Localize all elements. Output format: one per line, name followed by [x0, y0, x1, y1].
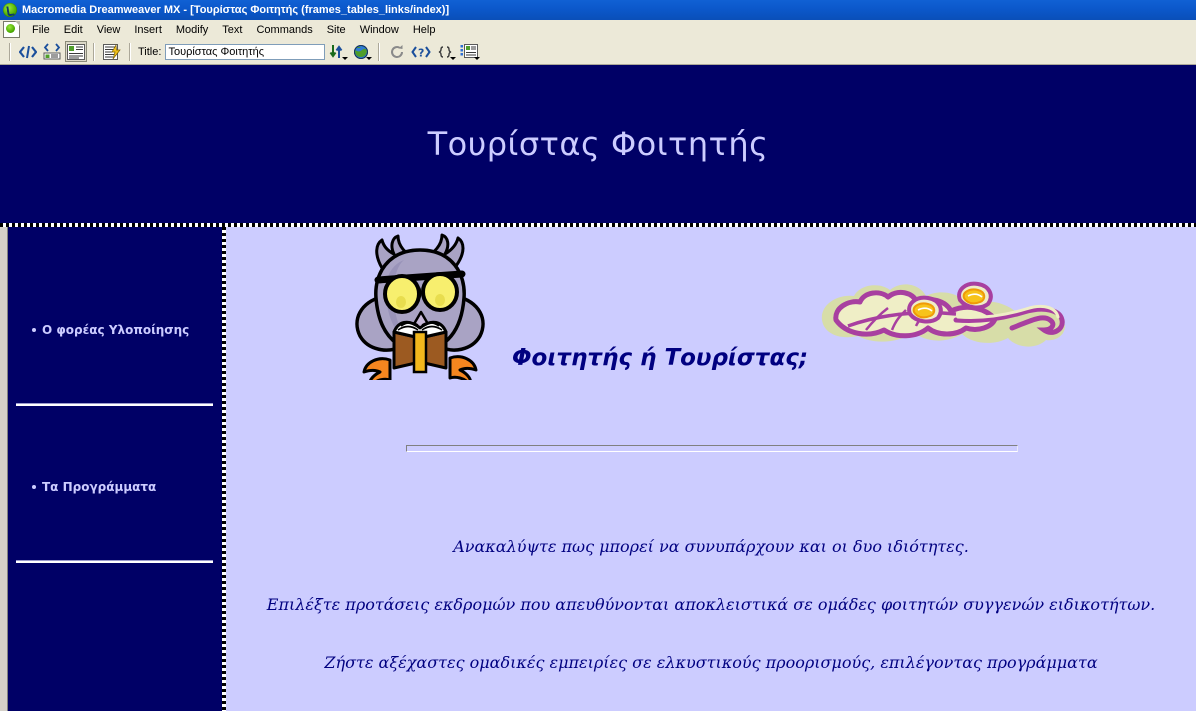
content-horizontal-rule: [406, 445, 1018, 452]
menu-item-site[interactable]: Site: [320, 22, 353, 38]
show-code-and-design-views-icon[interactable]: [41, 41, 63, 62]
menu-item-commands[interactable]: Commands: [249, 22, 319, 38]
chevron-down-icon[interactable]: [450, 57, 457, 60]
bullet-icon: [32, 328, 36, 332]
window-title-bar: Macromedia Dreamweaver MX - [Τουρίστας Φ…: [0, 0, 1196, 20]
document-canvas: Τουρίστας Φοιτητής Ο φορέας Υλοποίησης Τ…: [0, 65, 1196, 711]
sidebar-item-label: Ο φορέας Υλοποίησης: [42, 323, 190, 337]
page-title-input[interactable]: [165, 43, 326, 60]
page-title: Τουρίστας Φοιτητής: [427, 125, 769, 163]
sidebar-divider: [16, 560, 213, 563]
menu-item-modify[interactable]: Modify: [169, 22, 215, 38]
oak-leaf-with-acorns-image: [806, 270, 1072, 358]
sidebar-frame: Ο φορέας Υλοποίησης Τα Προγράμματα: [0, 227, 222, 711]
chevron-down-icon[interactable]: [366, 57, 373, 60]
document-icon[interactable]: [3, 21, 20, 38]
sidebar-content: Ο φορέας Υλοποίησης Τα Προγράμματα: [9, 227, 222, 711]
main-content-frame: Φοιτητής ή Τουρίστας; Ανακαλύψτε πως μπο…: [226, 227, 1196, 711]
sidebar-item-label: Τα Προγράμματα: [42, 480, 157, 494]
owl-reading-book-image: [344, 232, 496, 380]
file-transfer-icon[interactable]: [326, 41, 349, 62]
bullet-icon: [32, 485, 36, 489]
chevron-down-icon[interactable]: [474, 57, 481, 60]
menu-item-view[interactable]: View: [90, 22, 128, 38]
banner-frame: Τουρίστας Φοιτητής: [0, 65, 1196, 223]
show-design-view-icon[interactable]: [65, 41, 87, 62]
sidebar-divider: [16, 403, 213, 406]
menu-item-help[interactable]: Help: [406, 22, 443, 38]
window-title: Macromedia Dreamweaver MX - [Τουρίστας Φ…: [22, 4, 450, 16]
view-options-icon[interactable]: [458, 41, 481, 62]
refresh-design-view-icon[interactable]: [386, 41, 408, 62]
menu-item-text[interactable]: Text: [215, 22, 249, 38]
dreamweaver-icon: [3, 3, 17, 17]
content-paragraph-2: Επιλέξτε προτάσεις εκδρομών που απευθύνο…: [266, 595, 1156, 614]
svg-text:?: ?: [418, 46, 424, 59]
menu-item-window[interactable]: Window: [353, 22, 406, 38]
menu-item-edit[interactable]: Edit: [57, 22, 90, 38]
show-code-view-icon[interactable]: [17, 41, 39, 62]
preview-debug-in-browser-icon[interactable]: [350, 41, 373, 62]
sidebar-item-programmata[interactable]: Τα Προγράμματα: [32, 480, 156, 494]
toolbar-separator: [9, 42, 11, 61]
toolbar-separator: [129, 42, 131, 61]
content-subheading: Φοιτητής ή Τουρίστας;: [512, 345, 809, 371]
menu-item-insert[interactable]: Insert: [127, 22, 169, 38]
toolbar-separator: [93, 42, 95, 61]
chevron-down-icon[interactable]: [342, 57, 349, 60]
sidebar-item-forea[interactable]: Ο φορέας Υλοποίησης: [32, 323, 189, 337]
sidebar-scrollbar[interactable]: [0, 227, 8, 711]
file-management-icon[interactable]: [101, 41, 123, 62]
code-navigation-icon[interactable]: [434, 41, 457, 62]
menu-bar: File Edit View Insert Modify Text Comman…: [0, 20, 1196, 39]
toolbar-separator: [378, 42, 381, 61]
reference-icon[interactable]: ?: [410, 41, 432, 62]
document-toolbar: Title: ?: [0, 39, 1196, 65]
content-paragraph-3: Ζήστε αξέχαστες ομαδικές εμπειρίες σε ελ…: [324, 653, 1098, 672]
menu-item-file[interactable]: File: [25, 22, 57, 38]
title-field-label: Title:: [138, 45, 162, 58]
content-paragraph-1: Ανακαλύψτε πως μπορεί να συνυπάρχουν και…: [453, 537, 969, 556]
